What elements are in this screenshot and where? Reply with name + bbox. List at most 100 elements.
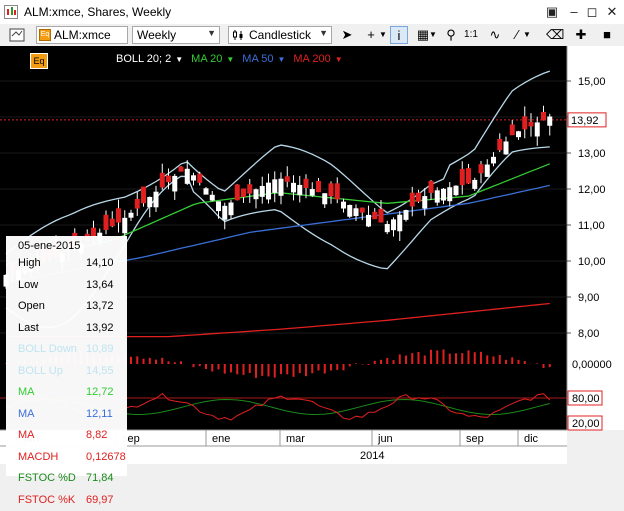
chevron-down-icon[interactable]: ▼ — [428, 26, 438, 44]
macd-bar — [336, 364, 338, 370]
macd-bar — [155, 360, 157, 364]
candle-body — [179, 167, 183, 171]
symbol-input[interactable]: Eq ALM:xmce — [36, 26, 128, 44]
macd-bar — [136, 356, 138, 364]
legend-value: 13,92 — [86, 322, 114, 334]
time-axis-label: ene — [212, 433, 230, 445]
time-axis-label: sep — [466, 433, 484, 445]
price-axis-label: 15,00 — [578, 76, 606, 88]
candle-body — [354, 209, 358, 216]
candle-body — [148, 197, 152, 206]
one-to-one-icon[interactable]: 1:1 — [462, 26, 480, 44]
candle-body — [129, 213, 133, 217]
candle-body — [429, 181, 433, 192]
chevron-down-icon[interactable]: ▼ — [226, 55, 234, 64]
candle-body — [398, 215, 402, 231]
chevron-down-icon[interactable]: ▼ — [378, 26, 388, 44]
candle-body — [142, 187, 146, 203]
macd-bar — [543, 364, 545, 368]
macd-bar — [230, 364, 232, 372]
info-icon[interactable]: i — [390, 26, 408, 44]
legend-row: Open13,72 — [6, 296, 127, 317]
time-axis-label: mar — [286, 433, 305, 445]
period-select[interactable]: Weekly ▼ — [132, 26, 220, 44]
minimize-icon[interactable]: – — [566, 4, 582, 20]
legend-value: 14,55 — [86, 365, 114, 377]
indicator-label[interactable]: MA 20 — [191, 53, 222, 65]
pointer-icon[interactable]: ➤ — [338, 26, 356, 44]
indicator-label[interactable]: MA 50 — [242, 53, 273, 65]
period-value: Weekly — [137, 28, 176, 42]
legend-label: Low — [18, 279, 38, 291]
macd-bar — [280, 364, 282, 374]
candle-body — [229, 203, 233, 215]
indicator-label[interactable]: BOLL 20; 2 — [116, 53, 171, 65]
symbol-text: ALM:xmce — [54, 28, 111, 42]
chart-type-value: Candlestick — [249, 28, 311, 42]
legend-label: BOLL Down — [18, 343, 77, 355]
macd-bar — [168, 361, 170, 364]
candle-body — [279, 179, 283, 195]
chevron-down-icon[interactable]: ▼ — [522, 26, 532, 44]
indicator-label[interactable]: MA 200 — [293, 53, 330, 65]
wave-icon[interactable]: ∿ — [486, 26, 504, 44]
chart-type-select[interactable]: Candlestick ▼ — [228, 26, 332, 44]
candle-body — [360, 208, 364, 212]
macd-bar — [193, 364, 195, 367]
legend-value: 12,72 — [86, 386, 114, 398]
macd-bar — [368, 364, 370, 365]
chevron-down-icon[interactable]: ▼ — [277, 55, 285, 64]
candle-body — [192, 176, 196, 180]
candle-body — [392, 220, 396, 230]
candle-body — [335, 184, 339, 199]
eraser-icon[interactable]: ⌫ — [546, 26, 564, 44]
macd-bar — [305, 364, 307, 376]
candle-body — [110, 219, 114, 226]
legend-row: MA8,82 — [6, 425, 127, 446]
indicator-legend: BOLL 20; 2 ▼ MA 20 ▼ MA 50 ▼ MA 200 ▼ — [116, 53, 351, 67]
legend-label: MA — [18, 429, 35, 441]
candle-body — [273, 180, 277, 192]
move-icon[interactable]: ✚ — [572, 26, 590, 44]
chevron-down-icon[interactable]: ▼ — [175, 55, 183, 64]
candle-body — [510, 125, 514, 135]
stoch-high-label: 80,00 — [572, 393, 600, 405]
restore-icon[interactable]: ▣ — [544, 4, 560, 20]
legend-value: 13,72 — [86, 300, 114, 312]
legend-label: MA — [18, 386, 35, 398]
macd-bar — [274, 364, 276, 378]
legend-label: FSTOC %K — [18, 494, 75, 506]
overview-button[interactable] — [6, 26, 28, 44]
candle-body — [342, 202, 346, 208]
candle-body — [535, 123, 539, 136]
macd-bar — [549, 364, 551, 367]
macd-bar — [399, 354, 401, 364]
candle-body — [298, 185, 302, 194]
color-icon[interactable]: ■ — [598, 26, 616, 44]
legend-value: 0,12678 — [86, 451, 126, 463]
close-icon[interactable]: ✕ — [604, 4, 620, 20]
legend-value: 12,11 — [86, 408, 113, 420]
macd-bar — [211, 364, 213, 372]
macd-bar — [249, 364, 251, 373]
legend-row: FSTOC %K69,97 — [6, 490, 127, 511]
macd-bar — [199, 364, 201, 366]
macd-bar — [493, 356, 495, 364]
time-axis-label: jun — [377, 433, 393, 445]
maximize-icon[interactable]: ◻ — [584, 4, 600, 20]
macd-bar — [474, 352, 476, 364]
candle-body — [217, 202, 221, 211]
candle-body — [367, 215, 371, 226]
macd-bar — [505, 360, 507, 364]
candle-body — [423, 197, 427, 208]
candlestick-icon — [232, 29, 244, 41]
candle-body — [292, 183, 296, 192]
legend-row: Last13,92 — [6, 318, 127, 339]
macd-bar — [161, 358, 163, 364]
candle-body — [248, 185, 252, 193]
macd-bar — [374, 361, 376, 364]
chevron-down-icon[interactable]: ▼ — [335, 55, 343, 64]
chart-area[interactable]: 15,0014,0013,0012,0011,0010,009,008,0013… — [0, 46, 624, 464]
legend-row: FSTOC %D71,84 — [6, 468, 127, 489]
zoom-icon[interactable]: ⚲ — [442, 26, 460, 44]
